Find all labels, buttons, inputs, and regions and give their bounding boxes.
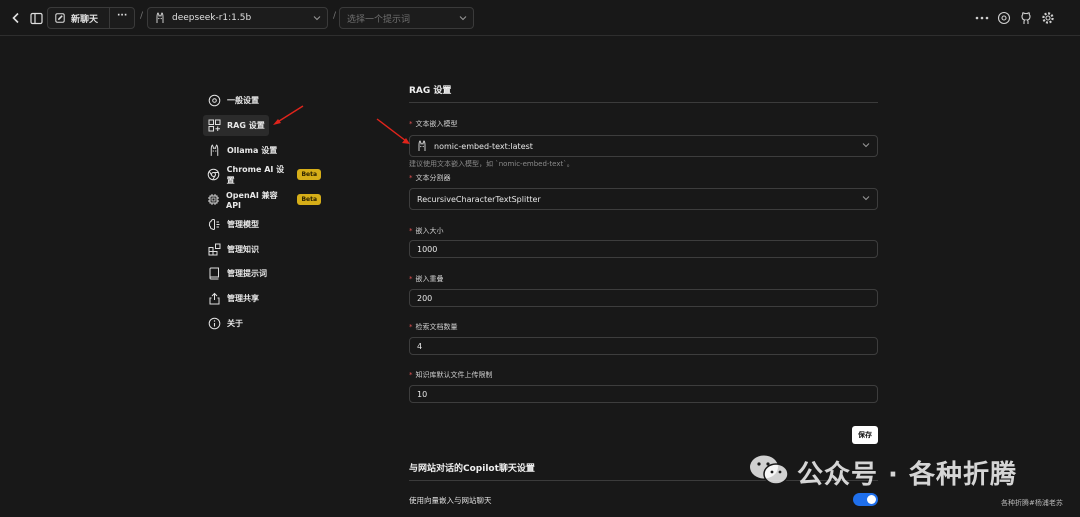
model-name: deepseek-r1:1.5b [172,13,252,23]
embed-model-select[interactable]: nomic-embed-text:latest [409,135,878,157]
sidebar-item-label: 管理知识 [227,245,259,254]
copilot-settings-title: 与网站对话的Copilot聊天设置 [409,464,535,474]
splitter-value: RecursiveCharacterTextSplitter [417,194,541,204]
prompt-select[interactable]: 选择一个提示词 [339,7,474,29]
sidebar-item-prompts[interactable]: 管理提示词 [203,263,321,284]
sidebar-item-label: 一般设置 [227,96,259,105]
ollama-icon [155,12,165,24]
ollama-icon [417,140,427,152]
sidebar-item-label: 管理共享 [227,294,259,303]
sidebar-item-openai[interactable]: OpenAI 兼容 API Beta [203,189,321,210]
sidebar-item-knowledge[interactable]: 管理知识 [203,239,321,260]
vector-chat-label: 使用向量嵌入与网站聊天 [409,496,492,505]
rag-settings-title: RAG 设置 [409,86,452,96]
gear-cycle-icon [207,94,221,108]
watermark-text: 公众号 · 各种折腾 [797,460,1017,490]
sidebar-item-label: 管理提示词 [227,269,267,278]
divider [109,8,110,28]
save-button[interactable]: 保存 [852,426,878,444]
sidebar-toggle-icon[interactable] [27,9,45,27]
chevron-down-icon [862,142,870,148]
chevron-down-icon [862,195,870,201]
back-chevron-icon[interactable] [7,9,25,27]
annotation-arrow [273,105,304,125]
sidebar-item-label: OpenAI 兼容 API [226,190,278,210]
toggle-knob [867,495,876,504]
retrieval-count-label: * 检索文档数量 [409,323,458,331]
sidebar-item-about[interactable]: 关于 [203,313,321,334]
beta-badge: Beta [297,194,321,205]
github-icon[interactable] [1017,9,1035,27]
settings-cycle-icon[interactable] [995,9,1013,27]
embed-model-label: * 文本嵌入模型 [409,120,458,128]
new-chat-group: 新聊天 ··· [47,7,135,29]
chrome-icon [207,168,221,182]
sidebar-item-sharing[interactable]: 管理共享 [203,288,321,309]
splitter-label: * 文本分割器 [409,174,451,182]
chunk-overlap-input[interactable]: 200 [409,289,878,307]
chunk-size-input[interactable]: 1000 [409,240,878,258]
sidebar-item-label: RAG 设置 [227,121,265,130]
model-select[interactable]: deepseek-r1:1.5b [147,7,328,29]
top-bar: 新聊天 ··· / deepseek-r1:1.5b / 选择一个提示词 [0,0,1080,36]
more-dots-icon[interactable] [973,9,991,27]
prompt-placeholder: 选择一个提示词 [347,14,411,25]
upload-limit-label: * 知识库默认文件上传限制 [409,371,493,379]
chunk-overlap-label: * 嵌入重叠 [409,275,444,283]
book-icon [207,267,221,281]
annotation-arrow [376,118,410,144]
new-chat-button[interactable]: 新聊天 [71,12,98,25]
ollama-icon [207,144,221,158]
more-button[interactable]: ··· [117,11,127,21]
retrieval-count-input[interactable]: 4 [409,337,878,355]
breadcrumb-separator: / [333,11,337,21]
upload-limit-input[interactable]: 10 [409,385,878,403]
watermark-subtext: 各种折腾#杨浦老苏 [1001,499,1063,507]
chip-icon [207,193,220,207]
text-splitter-select[interactable]: RecursiveCharacterTextSplitter [409,188,878,210]
sidebar-item-label: 管理模型 [227,220,259,229]
embed-model-hint: 建议使用文本嵌入模型，如 `nomic-embed-text`。 [409,160,574,168]
sidebar-item-models[interactable]: 管理模型 [203,214,321,235]
rag-grid-icon [207,119,221,133]
edit-icon [55,13,65,23]
chunk-size-label: * 嵌入大小 [409,227,444,235]
beta-badge: Beta [297,169,321,180]
embed-model-value: nomic-embed-text:latest [434,141,533,151]
blocks-icon [207,243,221,257]
breadcrumb-separator: / [140,11,144,21]
chevron-down-icon [459,15,467,21]
sidebar-item-label: Ollama 设置 [227,146,278,155]
vector-chat-toggle[interactable] [853,493,878,506]
chevron-down-icon [313,15,321,21]
sidebar-item-label: Chrome AI 设置 [226,164,285,185]
wechat-logo-icon [750,455,789,485]
sidebar-item-chrome-ai[interactable]: Chrome AI 设置 Beta [203,164,321,185]
brain-icon [207,218,221,232]
share-icon [207,292,221,306]
info-icon [207,317,221,331]
sidebar-item-label: 关于 [227,319,243,328]
gear-icon[interactable] [1039,9,1057,27]
section-divider [409,102,878,103]
sidebar-item-ollama[interactable]: Ollama 设置 [203,140,321,161]
sidebar-item-rag[interactable]: RAG 设置 [203,115,269,136]
